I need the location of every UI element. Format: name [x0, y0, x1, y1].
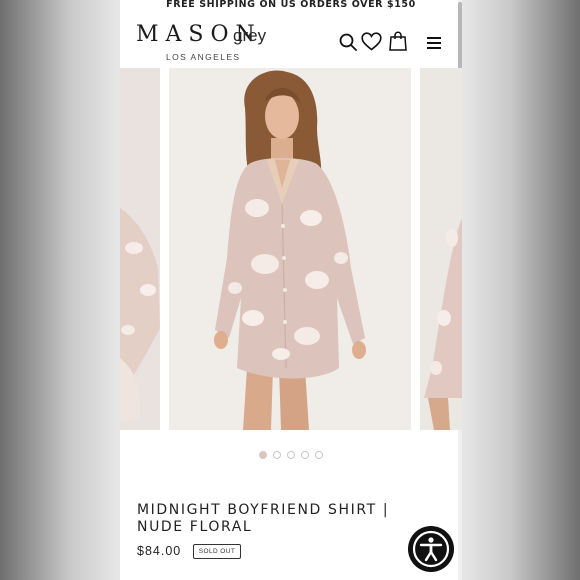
- sold-out-badge: SOLD OUT: [193, 544, 241, 559]
- carousel-dot-1[interactable]: [259, 451, 267, 459]
- heart-icon[interactable]: [361, 32, 382, 51]
- site-header: MASON grey LOS ANGELES: [120, 14, 462, 68]
- logo-subword: grey: [233, 26, 267, 45]
- mobile-page: FREE SHIPPING ON US ORDERS OVER $150 MAS…: [120, 0, 462, 580]
- carousel-dot-4[interactable]: [301, 451, 309, 459]
- carousel-main-slide[interactable]: [169, 68, 411, 430]
- announcement-bar: FREE SHIPPING ON US ORDERS OVER $150: [166, 0, 416, 10]
- product-title-line-1: MIDNIGHT BOYFRIEND SHIRT |: [137, 502, 390, 518]
- product-image-carousel[interactable]: [120, 68, 462, 430]
- carousel-previous-slide[interactable]: [120, 68, 160, 430]
- product-title: MIDNIGHT BOYFRIEND SHIRT | NUDE FLORAL: [137, 502, 427, 536]
- accessibility-button[interactable]: [408, 526, 454, 572]
- search-icon[interactable]: [339, 33, 357, 51]
- logo-city: LOS ANGELES: [166, 52, 241, 62]
- shopping-bag-icon[interactable]: [389, 31, 407, 51]
- carousel-next-slide[interactable]: [420, 68, 462, 430]
- carousel-dot-2[interactable]: [273, 451, 281, 459]
- product-price: $84.00: [137, 544, 182, 558]
- previous-slide-image: [120, 68, 160, 430]
- product-title-line-2: NUDE FLORAL: [137, 519, 253, 535]
- carousel-pagination: [120, 451, 462, 463]
- carousel-dot-5[interactable]: [315, 451, 323, 459]
- menu-icon[interactable]: [427, 37, 441, 49]
- next-slide-image: [420, 68, 462, 430]
- carousel-dot-3[interactable]: [287, 451, 295, 459]
- accessibility-icon: [412, 530, 450, 568]
- product-photo: [169, 68, 411, 430]
